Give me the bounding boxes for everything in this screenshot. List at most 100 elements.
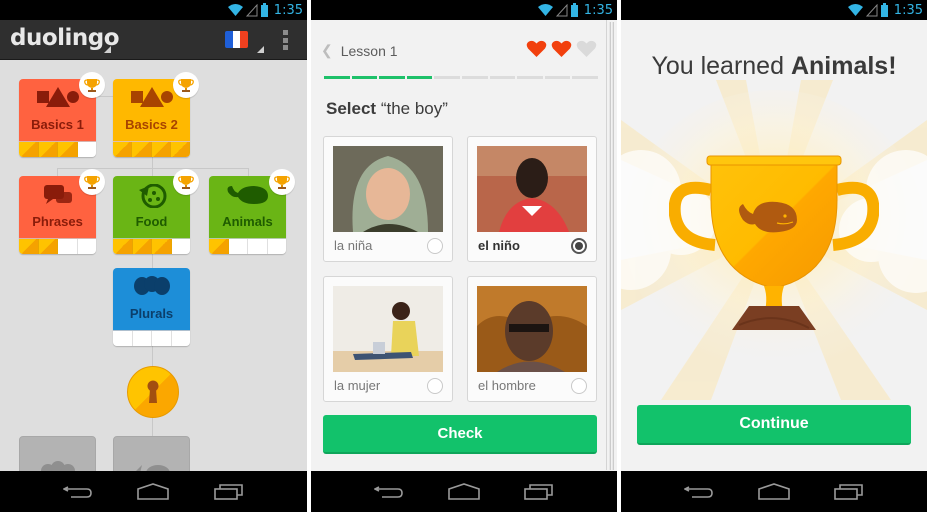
answer-choice-card[interactable]: la mujer <box>323 276 453 402</box>
signal-icon <box>245 3 258 16</box>
skill-complete-screen: 1:35 You learned Animals! Continue <box>621 0 927 512</box>
completion-headline: You learned Animals! <box>621 52 927 81</box>
skill-strength-bar <box>113 141 190 157</box>
recents-icon <box>214 483 243 500</box>
skill-name: Basics 2 <box>125 117 178 132</box>
signal-icon <box>865 3 878 16</box>
strength-segment <box>78 239 97 254</box>
choice-radio[interactable] <box>571 378 587 394</box>
skill-name: Food <box>135 214 168 229</box>
skill-trophy-badge <box>173 72 199 98</box>
strength-segment <box>113 239 133 254</box>
overflow-menu-button[interactable] <box>283 30 289 50</box>
lesson-back-button[interactable]: ❮ Lesson 1 <box>321 42 398 59</box>
speech-bubbles-icon <box>42 184 74 213</box>
strength-segment <box>132 142 152 157</box>
strength-segment <box>58 142 78 157</box>
choice-label: el hombre <box>478 378 536 393</box>
choice-radio[interactable] <box>427 238 443 254</box>
check-button[interactable]: Check <box>323 415 597 454</box>
card-stack-edge <box>609 22 611 470</box>
heart-full-icon <box>551 40 572 63</box>
skill-trophy-badge <box>269 169 295 195</box>
continue-button[interactable]: Continue <box>637 405 911 445</box>
shapes-icon <box>36 87 80 112</box>
choice-photo <box>333 286 443 372</box>
skill-trophy-badge <box>79 169 105 195</box>
progress-segment <box>517 76 543 79</box>
skill-strength-bar <box>113 330 190 346</box>
choice-radio[interactable] <box>571 238 587 254</box>
system-nav-bar <box>0 471 307 512</box>
answer-choice-card[interactable]: el hombre <box>467 276 597 402</box>
heart-full-icon <box>526 40 547 63</box>
shapes-icon <box>130 87 174 112</box>
home-button[interactable] <box>756 480 792 504</box>
strength-segment <box>38 239 58 254</box>
answer-choice-card[interactable]: la niña <box>323 136 453 262</box>
progress-segment <box>379 76 405 79</box>
strength-segment <box>133 331 152 346</box>
pizza-icon <box>137 183 167 213</box>
skill-strength-bar <box>19 141 96 157</box>
skill-tile-plurals[interactable]: Plurals <box>113 268 190 346</box>
battery-icon <box>570 3 578 17</box>
strength-segment <box>132 239 152 254</box>
back-button[interactable] <box>681 480 717 504</box>
wifi-icon <box>847 4 863 16</box>
trophy-icon <box>84 78 100 92</box>
answer-choice-card[interactable]: el niño <box>467 136 597 262</box>
recents-button[interactable] <box>831 480 867 504</box>
prompt-target: “the boy” <box>376 99 448 118</box>
back-button[interactable] <box>371 480 407 504</box>
progress-segment <box>406 76 433 79</box>
system-nav-bar <box>621 471 927 512</box>
strength-segment <box>152 331 172 346</box>
headline-skill: Animals! <box>790 52 897 80</box>
choice-photo <box>333 146 443 232</box>
tree-connector <box>57 168 248 169</box>
checkpoint-lock-button[interactable] <box>127 366 179 418</box>
wifi-icon <box>227 4 243 16</box>
headline-prefix: You learned <box>651 52 791 80</box>
choice-radio[interactable] <box>427 378 443 394</box>
skill-strength-bar <box>209 238 286 254</box>
recents-button[interactable] <box>211 480 247 504</box>
prompt-verb: Select <box>326 99 377 118</box>
language-flag-button[interactable] <box>225 31 248 48</box>
progress-segment <box>324 76 350 79</box>
strength-segment <box>19 142 39 157</box>
home-button[interactable] <box>135 480 171 504</box>
chevron-left-icon: ❮ <box>321 42 333 58</box>
logo-dropdown-indicator <box>104 46 111 53</box>
app-logo[interactable]: duolingo <box>10 25 120 51</box>
progress-segment <box>351 76 378 79</box>
skill-strength-bar <box>19 238 96 254</box>
strength-segment <box>268 239 287 254</box>
home-button[interactable] <box>446 480 482 504</box>
language-dropdown-indicator <box>257 46 264 53</box>
recents-button[interactable] <box>521 480 557 504</box>
lesson-progress-bar <box>324 76 598 79</box>
skill-name: Animals <box>222 214 273 229</box>
progress-segment <box>544 76 571 79</box>
skill-trophy-badge <box>79 72 105 98</box>
skill-tree-screen: 1:35 duolingo Basics 1 Basics 2 Phrases Foo… <box>0 0 307 512</box>
card-stack-edge <box>612 22 614 470</box>
choice-label: la mujer <box>334 378 381 393</box>
skill-tree: Basics 1 Basics 2 Phrases Food Animals Plural… <box>0 61 307 496</box>
progress-segment <box>434 76 460 79</box>
back-button[interactable] <box>60 480 96 504</box>
strength-segment <box>19 239 39 254</box>
choice-photo <box>477 286 587 372</box>
strength-segment <box>172 331 191 346</box>
recents-icon <box>834 483 864 500</box>
strength-segment <box>172 239 191 254</box>
signal-icon <box>555 3 568 16</box>
strength-segment <box>152 239 172 254</box>
status-bar: 1:35 <box>311 0 617 20</box>
strength-segment <box>229 239 248 254</box>
home-icon <box>137 482 170 500</box>
whale-icon <box>226 184 270 211</box>
recents-icon <box>524 483 554 500</box>
